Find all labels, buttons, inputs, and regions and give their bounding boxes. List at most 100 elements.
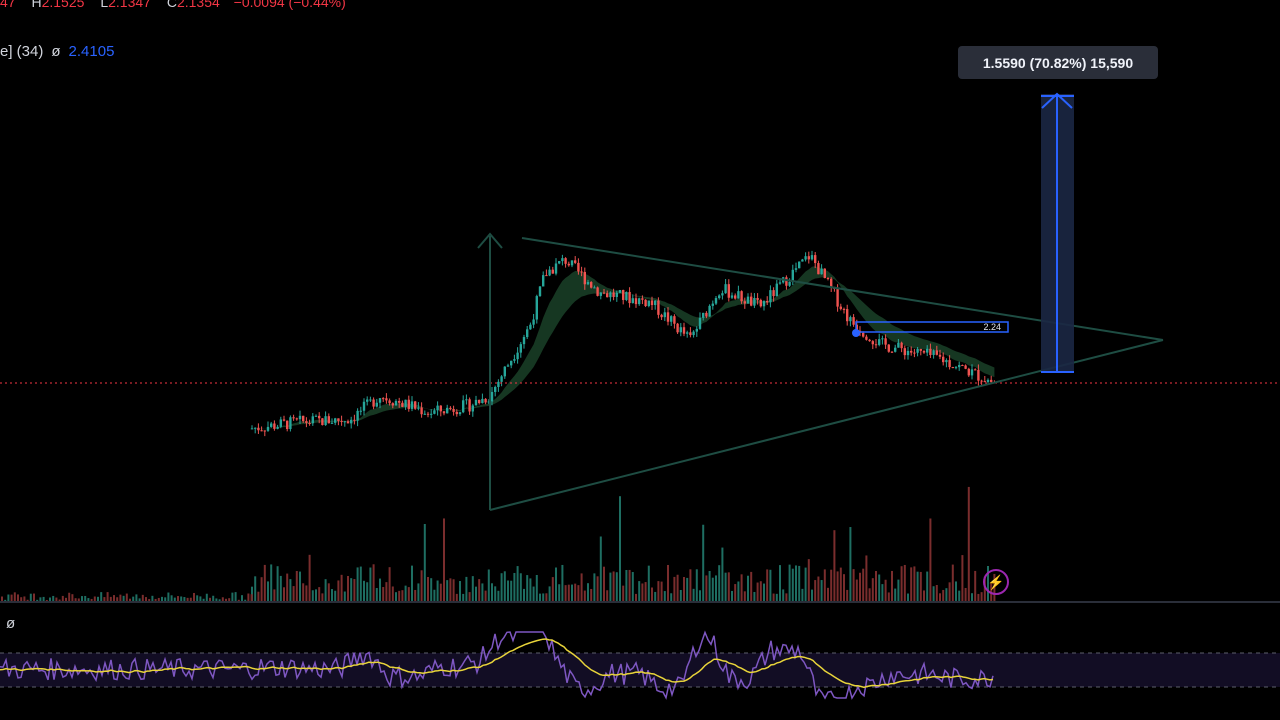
volume-bar bbox=[423, 523, 426, 602]
candle-body bbox=[334, 418, 337, 423]
volume-bar bbox=[603, 566, 605, 602]
rsi-pane bbox=[0, 630, 1280, 700]
volume-bar bbox=[670, 593, 673, 602]
candle-body bbox=[410, 401, 414, 409]
candle-body bbox=[494, 387, 497, 392]
volume-bar bbox=[484, 590, 487, 602]
candle-body bbox=[894, 347, 897, 352]
volume-bar bbox=[628, 569, 631, 602]
volume-bar bbox=[782, 589, 785, 602]
candle-body bbox=[273, 423, 276, 429]
volume-bar bbox=[721, 547, 724, 602]
volume-bar bbox=[68, 592, 71, 602]
volume-bar bbox=[430, 578, 433, 602]
candle-body bbox=[647, 300, 650, 307]
candle-body bbox=[935, 350, 938, 355]
volume-bar bbox=[945, 588, 948, 602]
volume-bar bbox=[507, 580, 509, 602]
volume-bar bbox=[686, 577, 689, 602]
low-value: 2.1347 bbox=[108, 0, 151, 10]
candle-body bbox=[903, 348, 906, 356]
candle-body bbox=[311, 416, 314, 424]
volume-bar bbox=[891, 570, 893, 602]
candle-body bbox=[794, 268, 798, 270]
candle-body bbox=[724, 284, 727, 294]
candle-body bbox=[919, 348, 922, 351]
measure-arrow[interactable] bbox=[1041, 92, 1074, 373]
volume-bar bbox=[881, 584, 884, 602]
volume-bar bbox=[475, 586, 477, 602]
price-chart[interactable]: 2.24 bbox=[0, 0, 1280, 720]
candle-body bbox=[430, 413, 433, 415]
candle-body bbox=[529, 324, 532, 330]
candle-body bbox=[324, 416, 327, 426]
candle-body bbox=[606, 293, 609, 298]
volume-bar bbox=[391, 586, 394, 602]
candle-body bbox=[369, 399, 372, 401]
high-label: H bbox=[31, 0, 42, 10]
volume-bar bbox=[125, 593, 128, 602]
volume-bar bbox=[542, 593, 545, 602]
volume-bar bbox=[609, 572, 612, 602]
candle-body bbox=[961, 365, 964, 367]
candle-body bbox=[810, 255, 814, 260]
volume-bar bbox=[119, 594, 122, 602]
indicator-legend[interactable]: e] (34) ø 2.4105 bbox=[0, 43, 114, 60]
volume-bar bbox=[929, 518, 932, 602]
volume-bar bbox=[273, 589, 276, 602]
volume-bar bbox=[263, 564, 266, 602]
volume-bar bbox=[804, 567, 807, 602]
volume-bar bbox=[500, 573, 503, 602]
candle-body bbox=[449, 407, 452, 409]
volume-bar bbox=[772, 593, 775, 602]
volume-bar bbox=[465, 576, 468, 602]
candlesticks bbox=[250, 250, 996, 437]
candle-body bbox=[446, 407, 449, 414]
candle-body bbox=[577, 262, 580, 272]
volume-bar bbox=[170, 595, 173, 602]
candle-body bbox=[318, 415, 321, 419]
volume-bar bbox=[17, 594, 19, 602]
volume-bar bbox=[673, 576, 676, 602]
volume-bar bbox=[897, 579, 900, 602]
candle-body bbox=[417, 407, 420, 409]
candle-body bbox=[836, 288, 839, 307]
candle-body bbox=[340, 420, 343, 422]
volume-bar bbox=[510, 580, 513, 602]
volume-bar bbox=[798, 565, 801, 602]
rsi-legend[interactable]: ø bbox=[6, 615, 15, 632]
candle-body bbox=[868, 339, 871, 342]
volume-bar bbox=[267, 581, 269, 602]
volume-bar bbox=[343, 591, 346, 602]
candle-body bbox=[481, 398, 484, 404]
candle-body bbox=[686, 332, 689, 334]
volume-bar bbox=[747, 575, 749, 602]
candle-body bbox=[756, 298, 759, 300]
candle-body bbox=[612, 292, 615, 297]
lightning-bolt-icon[interactable]: ⚡ bbox=[983, 569, 1009, 595]
volume-bar bbox=[353, 579, 356, 602]
volume-bar bbox=[942, 589, 945, 602]
candle-body bbox=[561, 258, 564, 262]
level-label: 2.24 bbox=[983, 322, 1001, 332]
candle-body bbox=[692, 331, 695, 336]
volume-bar bbox=[788, 564, 791, 602]
candle-body bbox=[874, 344, 878, 346]
candle-body bbox=[801, 259, 804, 262]
volume-bar bbox=[923, 590, 925, 602]
candle-body bbox=[698, 317, 702, 329]
volume-bar bbox=[830, 569, 833, 602]
volume-bar bbox=[676, 574, 679, 602]
candle-body bbox=[641, 298, 644, 300]
volume-bar bbox=[766, 569, 769, 602]
candle-body bbox=[846, 309, 849, 322]
candle-body bbox=[618, 289, 622, 293]
volume-bar bbox=[366, 582, 369, 602]
candle-body bbox=[842, 308, 846, 310]
candle-body bbox=[442, 411, 446, 414]
volume-bar bbox=[596, 576, 599, 602]
candle-body bbox=[622, 289, 625, 300]
candle-body bbox=[599, 292, 602, 296]
candle-body bbox=[471, 405, 474, 412]
volume-bar bbox=[327, 583, 330, 602]
